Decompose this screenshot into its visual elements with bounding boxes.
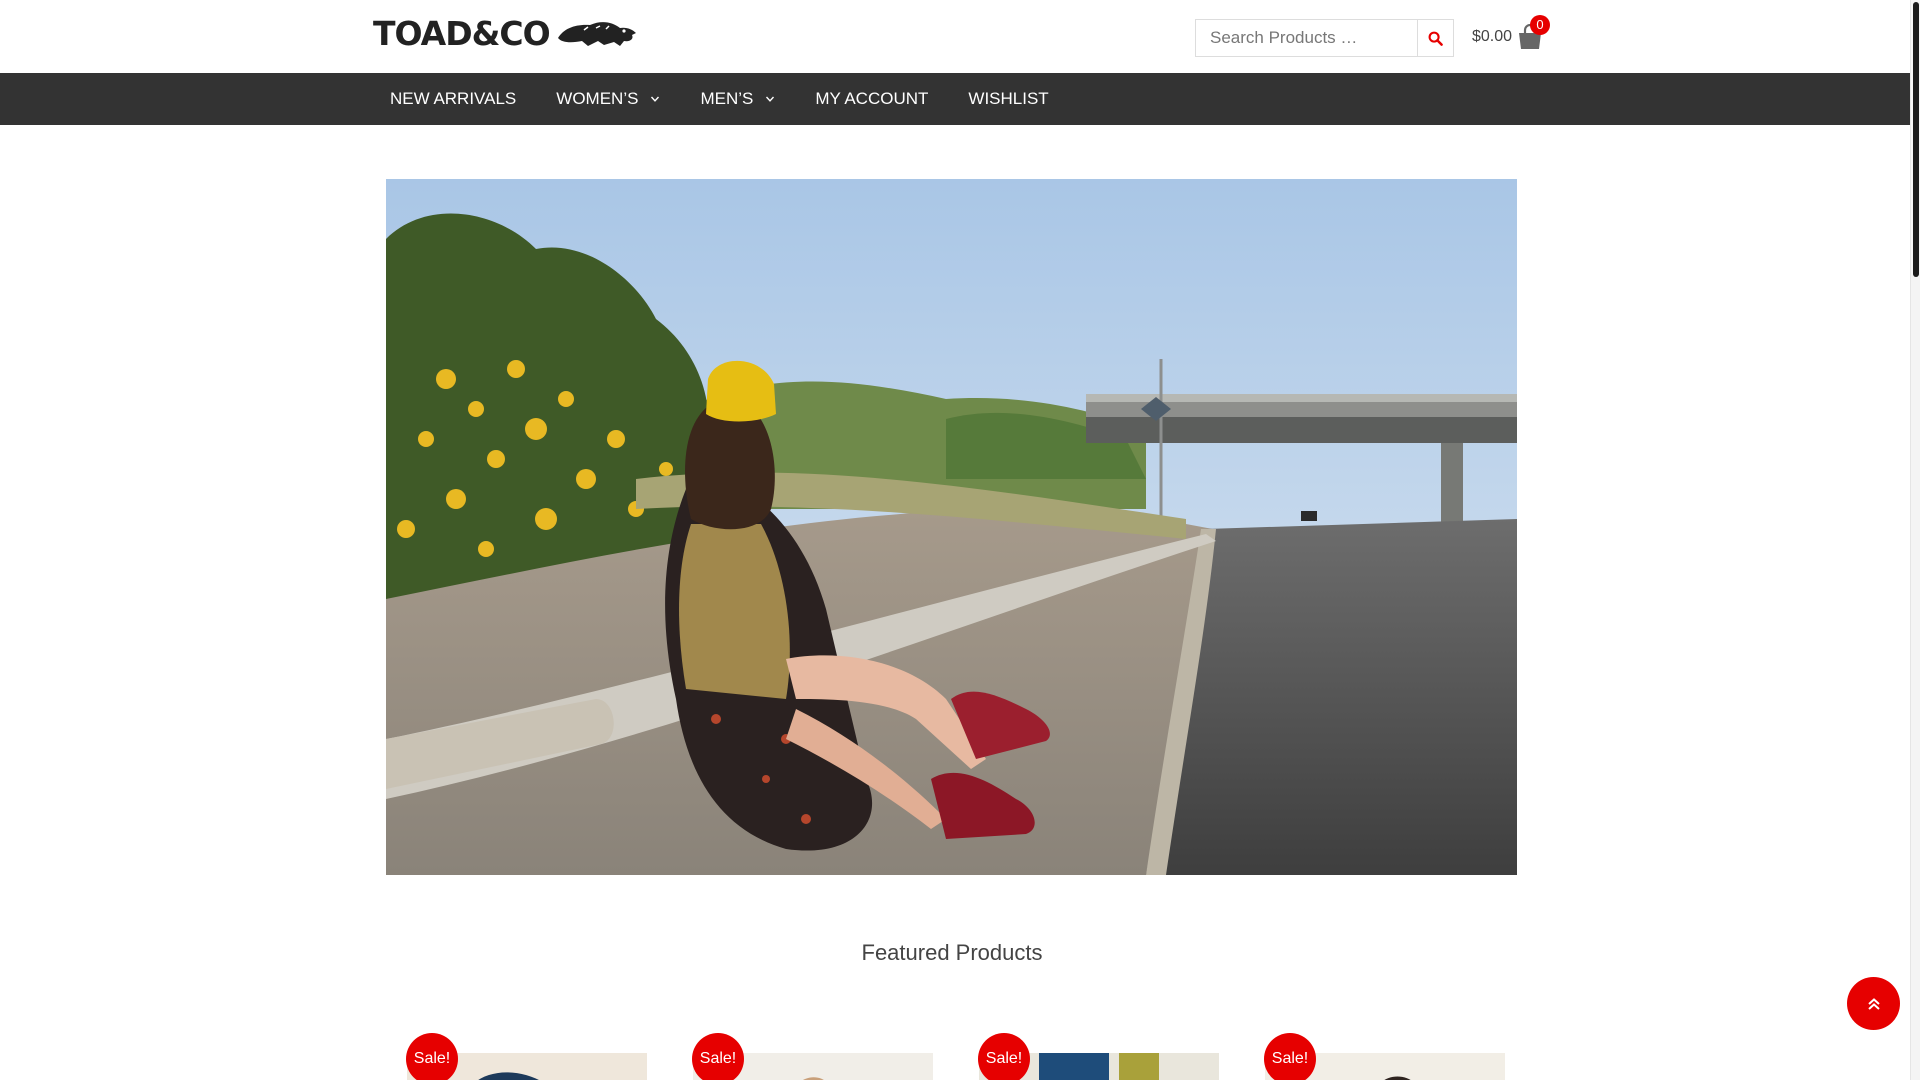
hero-scene: [386, 179, 1517, 875]
search-button[interactable]: [1417, 19, 1454, 57]
nav-item-label: WISHLIST: [968, 89, 1049, 108]
featured-products-title: Featured Products: [861, 940, 1043, 965]
site-header: TOAD&CO $0.00 0: [0, 0, 1910, 73]
back-to-top-button[interactable]: [1847, 977, 1900, 1030]
nav-item-label: MY ACCOUNT: [815, 89, 929, 108]
logo-text: TOAD&CO: [373, 13, 551, 53]
cart-total: $0.00: [1472, 28, 1513, 45]
sale-badge: Sale!: [692, 1033, 744, 1080]
search-form: [1195, 19, 1454, 57]
sale-badge: Sale!: [406, 1033, 458, 1080]
scrollbar-thumb[interactable]: [1913, 2, 1919, 277]
cart-count-badge: 0: [1530, 15, 1550, 35]
sale-badge: Sale!: [1264, 1033, 1316, 1080]
nav-item-label: NEW ARRIVALS: [390, 89, 517, 108]
toad-logo-icon: [557, 22, 636, 46]
double-chevron-up-icon: [1867, 997, 1880, 1010]
nav-item-womens[interactable]: WOMEN’S: [536, 73, 680, 125]
search-input[interactable]: [1195, 19, 1417, 57]
nav-item-mens[interactable]: MEN’S: [680, 73, 795, 125]
nav-item-wishlist[interactable]: WISHLIST: [948, 73, 1068, 125]
chevron-down-icon: [766, 96, 775, 102]
nav-item-new-arrivals[interactable]: NEW ARRIVALS: [370, 73, 536, 125]
nav-item-label: WOMEN’S: [556, 89, 639, 108]
nav-item-my-account[interactable]: MY ACCOUNT: [795, 73, 948, 125]
page-scrollbar[interactable]: [1910, 0, 1920, 1080]
site-logo[interactable]: TOAD&CO: [373, 13, 638, 53]
main-navigation: NEW ARRIVALS WOMEN’S MEN’S MY ACCOUNT WI…: [0, 73, 1910, 125]
chevron-down-icon: [651, 96, 660, 102]
hero-banner-image[interactable]: [386, 179, 1517, 875]
nav-item-label: MEN’S: [700, 89, 754, 108]
search-icon: [1428, 31, 1443, 46]
sale-badge: Sale!: [978, 1033, 1030, 1080]
